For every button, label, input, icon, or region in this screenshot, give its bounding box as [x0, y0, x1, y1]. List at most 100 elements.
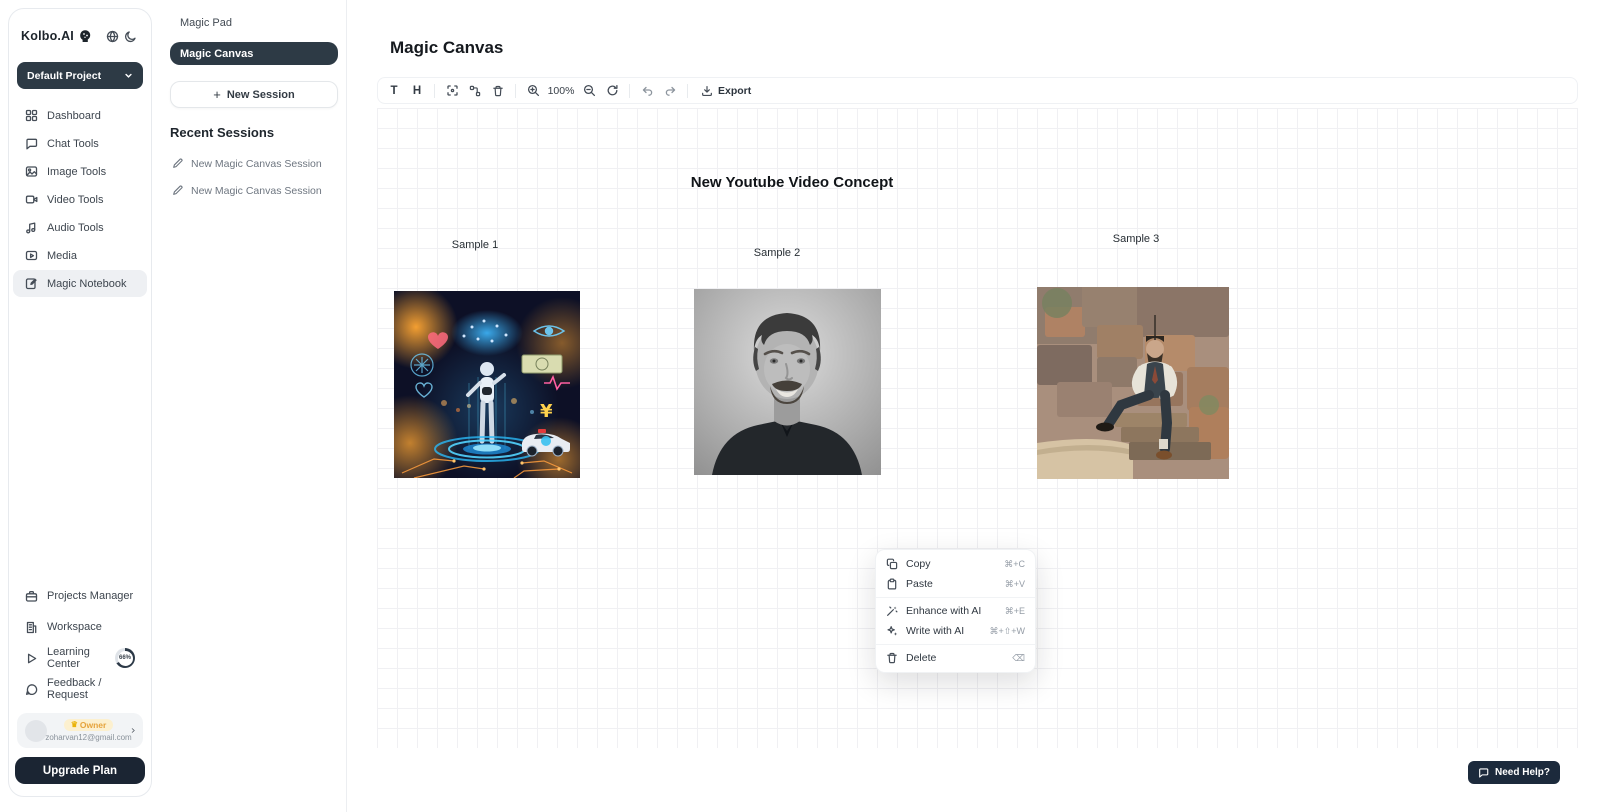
image-icon [25, 165, 38, 178]
sidebar-item-label: Projects Manager [47, 590, 133, 602]
context-menu-shortcut: ⌘+V [1005, 579, 1025, 590]
dashboard-icon [25, 109, 38, 122]
redo-icon[interactable] [659, 80, 681, 101]
context-menu-shortcut: ⌘+C [1004, 559, 1025, 570]
undo-icon[interactable] [636, 80, 658, 101]
toolbar-separator [434, 84, 435, 98]
learning-progress-ring: 66% [115, 648, 135, 668]
heading-tool-button[interactable]: H [406, 80, 428, 101]
sidebar-item-chat-tools[interactable]: Chat Tools [13, 130, 147, 157]
magic-wand-icon [886, 605, 898, 617]
canvas-toolbar: T H 100% [377, 77, 1578, 104]
connector-tool-icon[interactable] [464, 80, 486, 101]
recent-sessions-list: New Magic Canvas Session New Magic Canva… [170, 150, 338, 204]
sidebar-item-projects-manager[interactable]: Projects Manager [13, 582, 147, 610]
new-session-button[interactable]: + New Session [170, 81, 338, 108]
sidebar-item-feedback[interactable]: Feedback / Request [13, 675, 147, 703]
upgrade-plan-button[interactable]: Upgrade Plan [15, 757, 145, 784]
media-icon [25, 249, 38, 262]
session-item-label: New Magic Canvas Session [191, 158, 322, 170]
notebook-pen-icon [25, 277, 38, 290]
tab-magic-canvas[interactable]: Magic Canvas [170, 42, 338, 65]
chevron-icon [130, 727, 137, 734]
session-list-item[interactable]: New Magic Canvas Session [170, 177, 338, 204]
brain-logo-icon [77, 28, 93, 44]
play-icon [25, 652, 38, 665]
sidebar-item-label: Workspace [47, 621, 102, 633]
dark-mode-moon-icon[interactable] [121, 27, 139, 45]
video-camera-icon [25, 193, 38, 206]
session-list-item[interactable]: New Magic Canvas Session [170, 150, 338, 177]
sample-2-label[interactable]: Sample 2 [727, 247, 827, 259]
sidebar-item-label: Feedback / Request [47, 677, 135, 701]
context-menu-item-paste[interactable]: Paste ⌘+V [876, 574, 1035, 594]
context-menu-label: Write with AI [906, 625, 981, 637]
canvas-text-title[interactable]: New Youtube Video Concept [642, 174, 942, 191]
project-selector[interactable]: Default Project [17, 62, 143, 89]
sidebar-item-audio-tools[interactable]: Audio Tools [13, 214, 147, 241]
sample-2-image[interactable] [694, 289, 881, 475]
session-item-label: New Magic Canvas Session [191, 185, 322, 197]
help-chat-icon [1478, 767, 1489, 778]
app-window: Kolbo.AI Default Project Dashboard [0, 0, 1600, 812]
context-menu-item-enhance-with-ai[interactable]: Enhance with AI ⌘+E [876, 601, 1035, 621]
context-menu-separator [876, 597, 1035, 598]
download-icon [701, 85, 713, 97]
context-menu-label: Copy [906, 558, 996, 570]
owner-role-label: Owner [80, 720, 106, 730]
sidebar-item-media[interactable]: Media [13, 242, 147, 269]
music-note-icon [25, 221, 38, 234]
trash-icon [886, 652, 898, 664]
sidebar: Kolbo.AI Default Project Dashboard [8, 8, 152, 797]
sidebar-item-label: Chat Tools [47, 138, 99, 150]
context-menu: Copy ⌘+C Paste ⌘+V Enhance with AI ⌘+E W… [875, 549, 1036, 673]
context-menu-item-copy[interactable]: Copy ⌘+C [876, 554, 1035, 574]
text-tool-button[interactable]: T [383, 80, 405, 101]
tab-magic-canvas-label: Magic Canvas [180, 48, 253, 60]
sidebar-item-label: Learning Center [47, 646, 104, 670]
need-help-button[interactable]: Need Help? [1468, 761, 1560, 784]
export-label: Export [718, 85, 751, 97]
learning-progress-value: 66% [115, 648, 135, 668]
pencil-icon [172, 158, 183, 169]
sparkles-icon [886, 625, 898, 637]
sidebar-item-video-tools[interactable]: Video Tools [13, 186, 147, 213]
toolbar-separator [515, 84, 516, 98]
context-menu-shortcut: ⌘+⇧+W [989, 626, 1025, 637]
export-button[interactable]: Export [694, 80, 758, 101]
sidebar-item-workspace[interactable]: Workspace [13, 613, 147, 641]
sample-1-label[interactable]: Sample 1 [425, 239, 525, 251]
select-area-icon[interactable] [441, 80, 463, 101]
sidebar-item-image-tools[interactable]: Image Tools [13, 158, 147, 185]
svg-text:¥: ¥ [540, 401, 553, 422]
sidebar-item-magic-notebook[interactable]: Magic Notebook [13, 270, 147, 297]
sidebar-item-label: Media [47, 250, 77, 262]
sidebar-footer-nav: Projects Manager Workspace Learning Cent… [9, 582, 151, 703]
context-menu-item-delete[interactable]: Delete ⌫ [876, 648, 1035, 668]
sidebar-item-dashboard[interactable]: Dashboard [13, 102, 147, 129]
reset-view-icon[interactable] [601, 80, 623, 101]
tab-magic-pad[interactable]: Magic Pad [170, 15, 338, 31]
sidebar-item-learning-center[interactable]: Learning Center 66% [13, 644, 147, 672]
globe-icon[interactable] [103, 27, 121, 45]
delete-tool-icon[interactable] [487, 80, 509, 101]
building-icon [25, 621, 38, 634]
context-menu-shortcut: ⌫ [1012, 653, 1025, 664]
sample-3-label[interactable]: Sample 3 [1086, 233, 1186, 245]
sidebar-nav: Dashboard Chat Tools Image Tools Video T… [9, 102, 151, 297]
context-menu-shortcut: ⌘+E [1005, 606, 1025, 617]
toolbar-separator [687, 84, 688, 98]
user-account-card[interactable]: ♛ Owner zoharvan12@gmail.com [17, 713, 143, 748]
owner-role-badge: ♛ Owner [64, 719, 114, 731]
context-menu-item-write-with-ai[interactable]: Write with AI ⌘+⇧+W [876, 621, 1035, 641]
session-panel: Magic Pad Magic Canvas + New Session Rec… [155, 0, 347, 812]
brand-logo-text: Kolbo.AI [21, 29, 74, 43]
toolbar-separator [629, 84, 630, 98]
zoom-in-icon[interactable] [522, 80, 544, 101]
zoom-out-icon[interactable] [578, 80, 600, 101]
new-session-label: New Session [227, 89, 295, 101]
project-selector-label: Default Project [27, 70, 101, 82]
sidebar-item-label: Audio Tools [47, 222, 104, 234]
sample-1-image[interactable]: ¥ [394, 291, 580, 478]
sample-3-image[interactable] [1037, 287, 1229, 479]
